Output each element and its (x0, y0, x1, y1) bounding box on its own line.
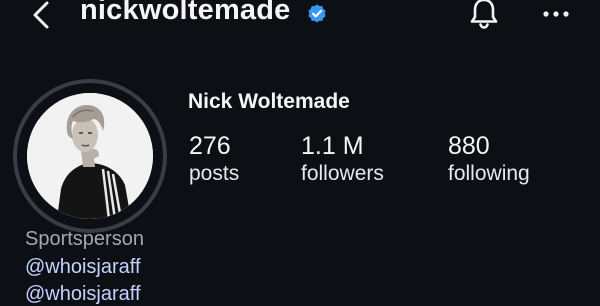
bio-mention-link[interactable]: @whoisjaraff (25, 283, 141, 306)
posts-stat[interactable]: 276 posts (189, 131, 239, 187)
back-button[interactable] (28, 0, 56, 30)
posts-label: posts (189, 162, 240, 185)
following-count: 880 (448, 132, 490, 160)
profile-category: Sportsperson (25, 228, 144, 250)
posts-count: 276 (189, 132, 231, 160)
top-bar: nickwoltemade (0, 0, 600, 32)
following-stat[interactable]: 880 following (448, 131, 530, 187)
followers-count: 1.1 M (301, 132, 364, 160)
profile-full-name: Nick Woltemade (188, 90, 350, 113)
more-options-button[interactable] (538, 0, 574, 28)
following-label: following (448, 162, 530, 185)
bio-mention-link[interactable]: @whoisjaraff (25, 256, 141, 279)
followers-stat[interactable]: 1.1 M followers (301, 131, 384, 187)
followers-label: followers (301, 162, 384, 185)
verified-badge-icon (308, 4, 326, 23)
notifications-button[interactable] (466, 0, 502, 32)
profile-avatar (27, 93, 153, 219)
profile-avatar-ring[interactable] (13, 79, 167, 233)
chevron-left-icon (33, 1, 49, 29)
profile-username: nickwoltemade (80, 0, 291, 26)
more-horizontal-icon (543, 11, 569, 17)
bell-icon (470, 0, 498, 29)
